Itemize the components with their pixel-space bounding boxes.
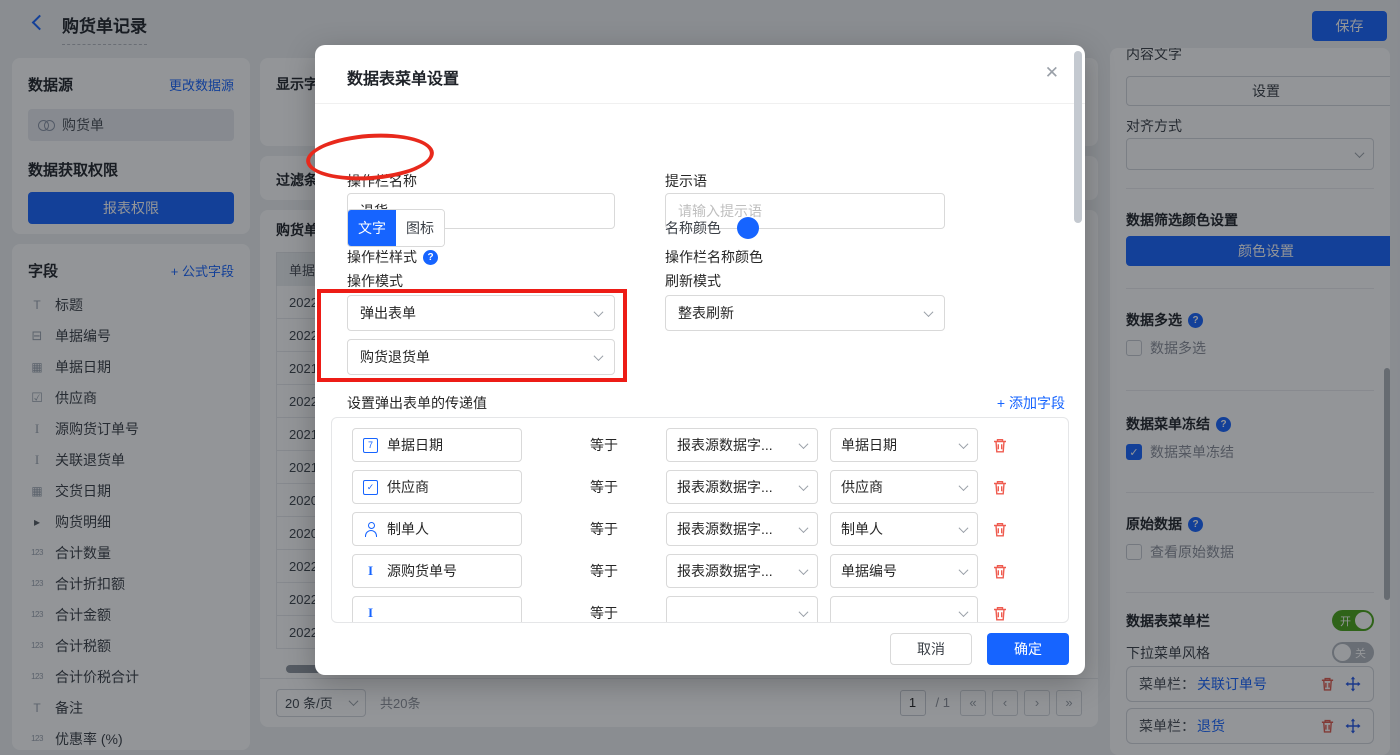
source-field-select[interactable]: 单据日期: [830, 428, 978, 462]
transfer-row: 等于: [332, 592, 1068, 623]
trash-icon[interactable]: [992, 437, 1008, 454]
source-type-select[interactable]: 报表源数据字...: [666, 428, 818, 462]
operator-label: 等于: [590, 477, 646, 497]
chevron-down-icon: [959, 607, 969, 617]
chevron-down-icon: [959, 523, 969, 533]
trash-icon[interactable]: [992, 605, 1008, 622]
mode-select-value: 弹出表单: [360, 303, 416, 323]
transfer-field-box[interactable]: 单据日期: [352, 428, 522, 462]
source-field-select[interactable]: 单据编号: [830, 554, 978, 588]
operator-label: 等于: [590, 519, 646, 539]
confirm-button[interactable]: 确定: [987, 633, 1069, 665]
trash-icon[interactable]: [992, 479, 1008, 496]
tab-text-style[interactable]: 文字: [348, 210, 396, 246]
transfer-field-name: 单据日期: [387, 435, 443, 455]
transfer-values-list: 单据日期 等于 报表源数据字... 单据日期: [331, 417, 1069, 623]
chevron-down-icon: [959, 565, 969, 575]
transfer-row: 供应商 等于 报表源数据字... 供应商: [332, 466, 1068, 508]
mode-form-select-value: 购货退货单: [360, 347, 430, 367]
chevron-down-icon: [594, 307, 604, 317]
chevron-down-icon: [799, 523, 809, 533]
source-type-value: 报表源数据字...: [677, 561, 773, 581]
transfer-row: 制单人 等于 报表源数据字... 制单人: [332, 508, 1068, 550]
operator-label: 等于: [590, 561, 646, 581]
operator-label: 等于: [590, 435, 646, 455]
source-type-value: 报表源数据字...: [677, 477, 773, 497]
trash-icon[interactable]: [992, 563, 1008, 580]
source-field-select[interactable]: 供应商: [830, 470, 978, 504]
mode-form-select[interactable]: 购货退货单: [347, 339, 615, 375]
source-type-select[interactable]: 报表源数据字...: [666, 554, 818, 588]
tooltip-label: 提示语: [665, 171, 707, 191]
source-type-select[interactable]: [666, 596, 818, 623]
transfer-field-box[interactable]: 制单人: [352, 512, 522, 546]
chevron-down-icon: [799, 565, 809, 575]
transfer-field-box[interactable]: [352, 596, 522, 623]
action-name-label: 操作栏名称: [347, 171, 417, 191]
text-field-icon: [363, 564, 378, 579]
source-type-value: 报表源数据字...: [677, 435, 773, 455]
style-label: 操作栏样式: [347, 247, 438, 267]
table-menu-settings-modal: 数据表菜单设置 ✕ 操作栏名称 提示语 操作栏样式 文字 图标 操作栏名称颜色 …: [315, 45, 1085, 675]
transfer-values-label: 设置弹出表单的传递值: [347, 393, 487, 413]
source-type-select[interactable]: 报表源数据字...: [666, 512, 818, 546]
style-label-text: 操作栏样式: [347, 247, 417, 267]
source-field-value: 制单人: [841, 519, 883, 539]
chevron-down-icon: [959, 481, 969, 491]
name-color-label: 操作栏名称颜色: [665, 247, 763, 267]
calendar-field-icon: [363, 438, 378, 453]
transfer-field-name: 源购货单号: [387, 561, 457, 581]
transfer-field-name: 供应商: [387, 477, 429, 497]
chevron-down-icon: [799, 439, 809, 449]
source-field-value: 供应商: [841, 477, 883, 497]
close-icon[interactable]: ✕: [1045, 63, 1059, 83]
mode-select[interactable]: 弹出表单: [347, 295, 615, 331]
transfer-row: 单据日期 等于 报表源数据字... 单据日期: [332, 424, 1068, 466]
tab-icon-style[interactable]: 图标: [396, 210, 444, 246]
app-root: 购货单记录 保存 数据源 更改数据源 购货单 数据获取权限 报表权限 字段 + …: [0, 0, 1400, 755]
source-type-value: 报表源数据字...: [677, 519, 773, 539]
name-color-row: 名称颜色: [665, 217, 759, 239]
modal-list-scrollbar[interactable]: [1074, 51, 1082, 223]
cancel-button[interactable]: 取消: [890, 633, 972, 665]
source-field-select[interactable]: 制单人: [830, 512, 978, 546]
color-swatch[interactable]: [737, 217, 759, 239]
chevron-down-icon: [799, 607, 809, 617]
operator-label: 等于: [590, 603, 646, 623]
refresh-select-value: 整表刷新: [678, 303, 734, 323]
text-field-icon: [363, 606, 378, 621]
source-field-value: 单据编号: [841, 561, 897, 581]
add-field-link[interactable]: + 添加字段: [997, 393, 1065, 413]
transfer-field-box[interactable]: 源购货单号: [352, 554, 522, 588]
transfer-row: 源购货单号 等于 报表源数据字... 单据编号: [332, 550, 1068, 592]
transfer-field-box[interactable]: 供应商: [352, 470, 522, 504]
source-type-select[interactable]: 报表源数据字...: [666, 470, 818, 504]
chevron-down-icon: [799, 481, 809, 491]
source-field-value: 单据日期: [841, 435, 897, 455]
transfer-field-name: 制单人: [387, 519, 429, 539]
modal-title: 数据表菜单设置: [347, 65, 459, 89]
modal-header: 数据表菜单设置 ✕: [315, 45, 1085, 104]
style-segmented-control: 文字 图标: [347, 209, 445, 247]
refresh-select[interactable]: 整表刷新: [665, 295, 945, 331]
help-icon[interactable]: [423, 250, 438, 265]
mode-label: 操作模式: [347, 271, 403, 291]
chevron-down-icon: [924, 307, 934, 317]
name-color-text: 名称颜色: [665, 218, 721, 238]
trash-icon[interactable]: [992, 521, 1008, 538]
refresh-label: 刷新模式: [665, 271, 721, 291]
source-field-select[interactable]: [830, 596, 978, 623]
chevron-down-icon: [594, 351, 604, 361]
select-field-icon: [363, 480, 378, 495]
person-field-icon: [363, 522, 378, 537]
chevron-down-icon: [959, 439, 969, 449]
